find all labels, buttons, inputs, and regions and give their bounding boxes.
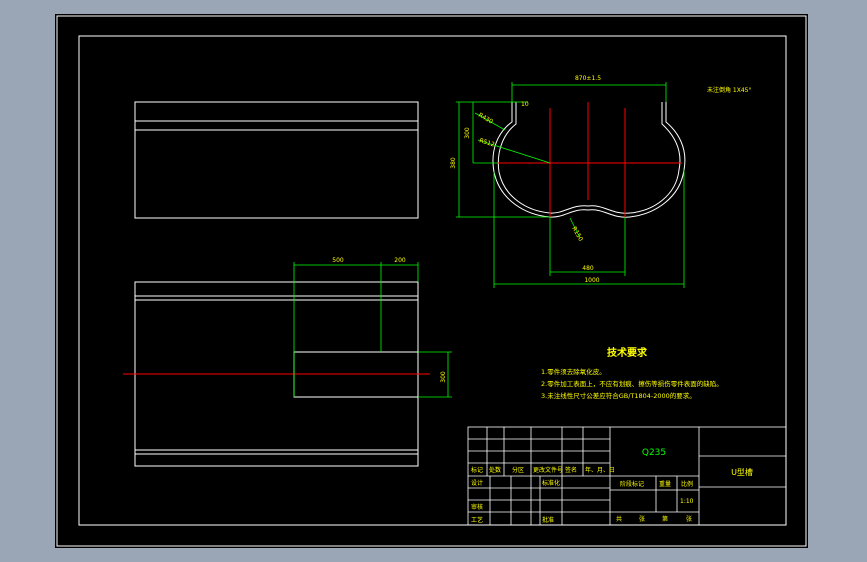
- row-standard: 标准化: [542, 479, 560, 487]
- tech-req-title: 技术要求: [607, 346, 648, 359]
- tech-req-item-3: 3.未注线性尺寸公差应符合GB/T1804-2000的要求。: [541, 391, 696, 400]
- dim-bottom-outer: 1000: [584, 277, 599, 284]
- dim-side-a: 500: [332, 257, 344, 264]
- hdr-zone: 分区: [512, 466, 524, 474]
- row-approve: 批准: [542, 516, 554, 524]
- hdr-sign: 签名: [565, 466, 577, 474]
- dim-left-inner: 300: [464, 127, 471, 139]
- stage-label: 阶段标记: [620, 480, 644, 488]
- dim-left-outer: 380: [450, 157, 457, 169]
- hdr-date: 年、月、日: [585, 466, 615, 474]
- scale-label: 比例: [681, 480, 693, 488]
- drawing-sheet: 500 200 300 870±1.5 10 380 300 R430 R512…: [55, 14, 808, 548]
- part-name: U型槽: [731, 467, 753, 477]
- dim-side-c: 300: [440, 371, 447, 383]
- sheet-no-unit: 张: [686, 515, 692, 523]
- weight-label: 重量: [659, 480, 671, 488]
- hdr-change-doc: 更改文件号: [533, 466, 563, 474]
- material: Q235: [642, 448, 666, 458]
- tech-req-item-2: 2.零件加工表面上，不应有划痕、擦伤等损伤零件表面的缺陷。: [541, 379, 723, 388]
- dim-top-offset: 10: [521, 101, 529, 108]
- sheet-total: 共: [616, 515, 622, 523]
- row-review: 审核: [471, 503, 483, 511]
- hdr-count: 处数: [489, 466, 501, 474]
- chamfer-note: 未注倒角 1X45°: [707, 86, 751, 94]
- row-design: 设计: [471, 479, 483, 487]
- sheet-no: 第: [662, 515, 668, 523]
- hdr-mark: 标记: [471, 466, 483, 474]
- dim-bottom-inner: 480: [582, 265, 594, 272]
- row-process: 工艺: [471, 516, 483, 524]
- scale-value: 1:10: [680, 498, 694, 505]
- tech-req-item-1: 1.零件须去除氧化皮。: [541, 367, 606, 376]
- drawing-canvas: [55, 14, 808, 548]
- dim-side-b: 200: [394, 257, 406, 264]
- dim-top-width: 870±1.5: [575, 75, 601, 82]
- sheet-total-unit: 张: [639, 515, 645, 523]
